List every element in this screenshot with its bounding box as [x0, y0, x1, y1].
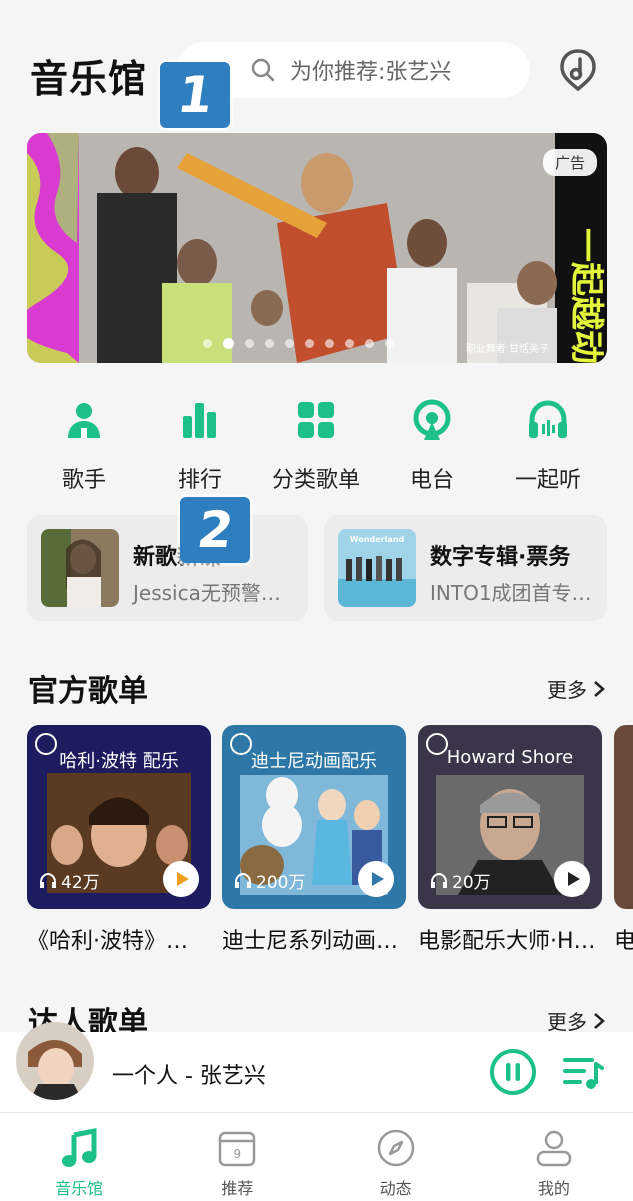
chevron-right-icon: [594, 680, 605, 697]
tab-label: 动态: [379, 1179, 412, 1198]
carousel-dots: [203, 338, 394, 349]
carousel-dot: [325, 339, 334, 348]
carousel-dot: [245, 339, 254, 348]
tab-label: 音乐馆: [55, 1179, 104, 1198]
carousel-dot: [265, 339, 274, 348]
chevron-right-icon: [594, 1012, 605, 1029]
category-icon: [298, 402, 334, 438]
quick-nav-singer[interactable]: 歌手: [26, 398, 142, 498]
carousel-dot: [345, 339, 354, 348]
digital-album-thumbnail: Wonderland: [338, 529, 416, 607]
playlist-name: 电影配乐大师·H…: [418, 929, 596, 954]
quick-nav-listen-together[interactable]: 一起听: [490, 398, 606, 498]
new-songs-thumbnail: [41, 529, 119, 607]
annotation-marker-2: 2: [180, 497, 250, 563]
headphones-icon: [40, 872, 56, 888]
playlist-cover-text: 哈利·波特 配乐: [59, 751, 179, 772]
now-playing-title: 一个人 - 张艺兴: [112, 1064, 266, 1089]
carousel-dot-active: [223, 338, 234, 349]
quick-nav: 歌手 排行 分类歌单 电台 一起听: [26, 398, 606, 498]
svg-text:一起越动: 一起越动: [566, 228, 606, 363]
more-label: 更多: [547, 678, 587, 702]
carousel-dot: [305, 339, 314, 348]
quick-nav-ranking[interactable]: 排行: [142, 398, 258, 498]
tab-music-hall[interactable]: 音乐馆: [0, 1113, 158, 1201]
carousel-dot: [285, 339, 294, 348]
search-icon: [251, 58, 275, 82]
play-button-icon[interactable]: [163, 861, 199, 897]
official-playlists-title: 官方歌单: [28, 674, 148, 709]
radio-icon: [413, 399, 451, 440]
playlist-card-partial[interactable]: [614, 725, 633, 909]
playlist-card[interactable]: 迪士尼动画配乐 200万 迪士尼系列动画…: [222, 725, 406, 955]
tab-mine[interactable]: 我的: [475, 1113, 633, 1201]
quick-nav-label: 排行: [177, 468, 222, 493]
tab-label: 我的: [537, 1179, 570, 1198]
carousel-dot: [385, 339, 394, 348]
new-songs-card[interactable]: 新歌新碟 Jessica无预警…: [27, 515, 308, 621]
header: 音乐馆 为你推荐:张艺兴 1: [0, 0, 633, 128]
playlist-cover: 哈利·波特 配乐 42万: [27, 725, 211, 909]
playlist-name-partial: 电: [614, 929, 633, 954]
playlist-queue-icon[interactable]: [562, 1054, 604, 1092]
banner-image: 一起越动: [27, 133, 607, 363]
digital-album-title: 数字专辑·票务: [430, 545, 571, 570]
playlist-cover: Howard Shore 20万: [418, 725, 602, 909]
tab-feed[interactable]: 动态: [317, 1113, 475, 1201]
playlist-cover-text: 迪士尼动画配乐: [251, 751, 377, 772]
pause-button-icon[interactable]: [489, 1048, 537, 1096]
page-title: 音乐馆: [30, 57, 148, 101]
play-button-icon[interactable]: [554, 861, 590, 897]
tab-recommend[interactable]: 9 推荐: [158, 1113, 316, 1201]
listen-together-icon: [529, 400, 567, 438]
banner-caption: 职业舞者 甘恬美子: [465, 344, 549, 355]
tab-label: 推荐: [221, 1179, 254, 1198]
quick-nav-label: 电台: [409, 468, 454, 493]
search-placeholder: 为你推荐:张艺兴: [290, 60, 452, 85]
play-count: 42万: [39, 868, 100, 893]
bottom-tab-bar: 音乐馆 9 推荐 动态 我的: [0, 1112, 633, 1201]
talent-more-link[interactable]: 更多: [547, 1006, 605, 1035]
headphones-icon: [235, 872, 251, 888]
music-note-icon: [62, 1127, 97, 1167]
compass-icon: [377, 1129, 414, 1167]
ad-badge: 广告: [542, 149, 597, 176]
quick-nav-radio[interactable]: 电台: [374, 398, 490, 498]
quick-nav-category[interactable]: 分类歌单: [258, 398, 374, 498]
quick-nav-label: 歌手: [61, 468, 106, 493]
official-more-link[interactable]: 更多: [547, 674, 605, 703]
playlist-card[interactable]: 哈利·波特 配乐 42万 《哈利·波特》…: [27, 725, 211, 955]
more-label: 更多: [547, 1010, 587, 1034]
playlist-card[interactable]: Howard Shore 20万 电影配乐大师·H…: [418, 725, 602, 955]
annotation-marker-1: 1: [160, 62, 230, 128]
playlist-cover-text: Howard Shore: [446, 747, 574, 768]
digital-album-subtitle: INTO1成团首专…: [430, 581, 592, 605]
recognize-music-icon[interactable]: [555, 47, 601, 93]
play-count: 200万: [234, 868, 305, 893]
playlist-name: 《哈利·波特》…: [27, 929, 188, 954]
playlist-name: 迪士尼系列动画…: [222, 929, 399, 954]
carousel-dot: [365, 339, 374, 348]
quick-nav-label: 一起听: [514, 468, 581, 493]
quick-nav-label: 分类歌单: [271, 468, 360, 493]
banner-carousel[interactable]: 一起越动 广告 职业舞者 甘恬美子: [27, 133, 607, 363]
carousel-dot: [203, 339, 212, 348]
calendar-day: 9: [233, 1147, 242, 1161]
mini-player[interactable]: 一个人 - 张艺兴: [0, 1022, 633, 1112]
singer-icon: [68, 403, 100, 438]
digital-album-card[interactable]: Wonderland 数字专辑·票务 INTO1成团首专…: [324, 515, 607, 621]
profile-icon: [536, 1130, 572, 1167]
new-songs-subtitle: Jessica无预警…: [133, 581, 281, 605]
play-button-icon[interactable]: [358, 861, 394, 897]
ranking-icon: [183, 403, 216, 438]
headphones-icon: [431, 872, 447, 888]
svg-text:Wonderland: Wonderland: [350, 535, 405, 544]
play-count: 20万: [430, 868, 491, 893]
playlist-cover: 迪士尼动画配乐 200万: [222, 725, 406, 909]
now-playing-avatar: [16, 1022, 94, 1100]
